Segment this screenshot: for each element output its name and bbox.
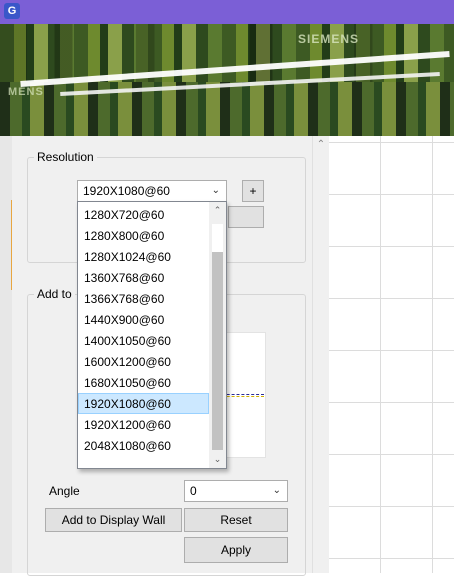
dropdown-option[interactable]: 1920X1080@60	[78, 393, 209, 414]
resolution-select-value: 1920X1080@60	[83, 184, 170, 198]
dropdown-option[interactable]: 2048X1080@60	[78, 435, 209, 456]
add-resolution-button[interactable]: +	[242, 180, 264, 202]
apply-button[interactable]: Apply	[184, 537, 288, 563]
banner-brand-text: SIEMENS	[298, 32, 360, 46]
chevron-down-icon: ⌄	[211, 185, 220, 196]
dropdown-option[interactable]: 1280X1024@60	[78, 246, 209, 267]
add-to-display-wall-button[interactable]: Add to Display Wall	[45, 508, 182, 532]
angle-select-value: 0	[190, 484, 197, 498]
resolution-group-title: Resolution	[34, 150, 97, 164]
reset-button[interactable]: Reset	[184, 508, 288, 532]
angle-label: Angle	[49, 484, 80, 498]
scroll-up-arrow-icon[interactable]: ⌃	[209, 202, 226, 219]
scroll-down-arrow-icon[interactable]: ⌄	[209, 451, 226, 468]
dropdown-option[interactable]: 1280X800@60	[78, 225, 209, 246]
panel-scrollbar[interactable]: ⌃	[312, 136, 329, 573]
dropdown-option[interactable]: 1920X1200@60	[78, 414, 209, 435]
dropdown-scrollbar[interactable]: ⌃ ⌄	[209, 202, 226, 468]
angle-select[interactable]: 0 ⌄	[184, 480, 288, 502]
resolution-dropdown-list[interactable]: 1280X720@60 1280X800@60 1280X1024@60 1360X7…	[77, 201, 227, 469]
resolution-action-button[interactable]	[228, 206, 264, 228]
dropdown-options: 1280X720@60 1280X800@60 1280X1024@60 1360X7…	[78, 204, 209, 456]
display-wall-grid[interactable]	[328, 136, 454, 573]
banner-bottom-texture	[0, 82, 454, 136]
dropdown-option[interactable]: 1280X720@60	[78, 204, 209, 225]
dropdown-option[interactable]: 1360X768@60	[78, 267, 209, 288]
title-bar: G	[0, 0, 454, 24]
resolution-select[interactable]: 1920X1080@60 ⌄	[77, 180, 227, 202]
dropdown-scroll-track[interactable]	[212, 252, 223, 450]
banner-image: SIEMENS MENS	[0, 24, 454, 136]
dropdown-option[interactable]: 1366X768@60	[78, 288, 209, 309]
app-icon: G	[4, 3, 20, 19]
add-to-group-title: Add to	[34, 287, 75, 301]
scroll-up-arrow-icon[interactable]: ⌃	[313, 138, 329, 152]
dropdown-option[interactable]: 1440X900@60	[78, 309, 209, 330]
chevron-down-icon: ⌄	[272, 485, 281, 496]
dropdown-option[interactable]: 1680X1050@60	[78, 372, 209, 393]
banner-brand-text-partial: MENS	[8, 86, 44, 98]
dropdown-scroll-thumb[interactable]	[212, 224, 223, 252]
dropdown-option[interactable]: 1600X1200@60	[78, 351, 209, 372]
dropdown-option[interactable]: 1400X1050@60	[78, 330, 209, 351]
